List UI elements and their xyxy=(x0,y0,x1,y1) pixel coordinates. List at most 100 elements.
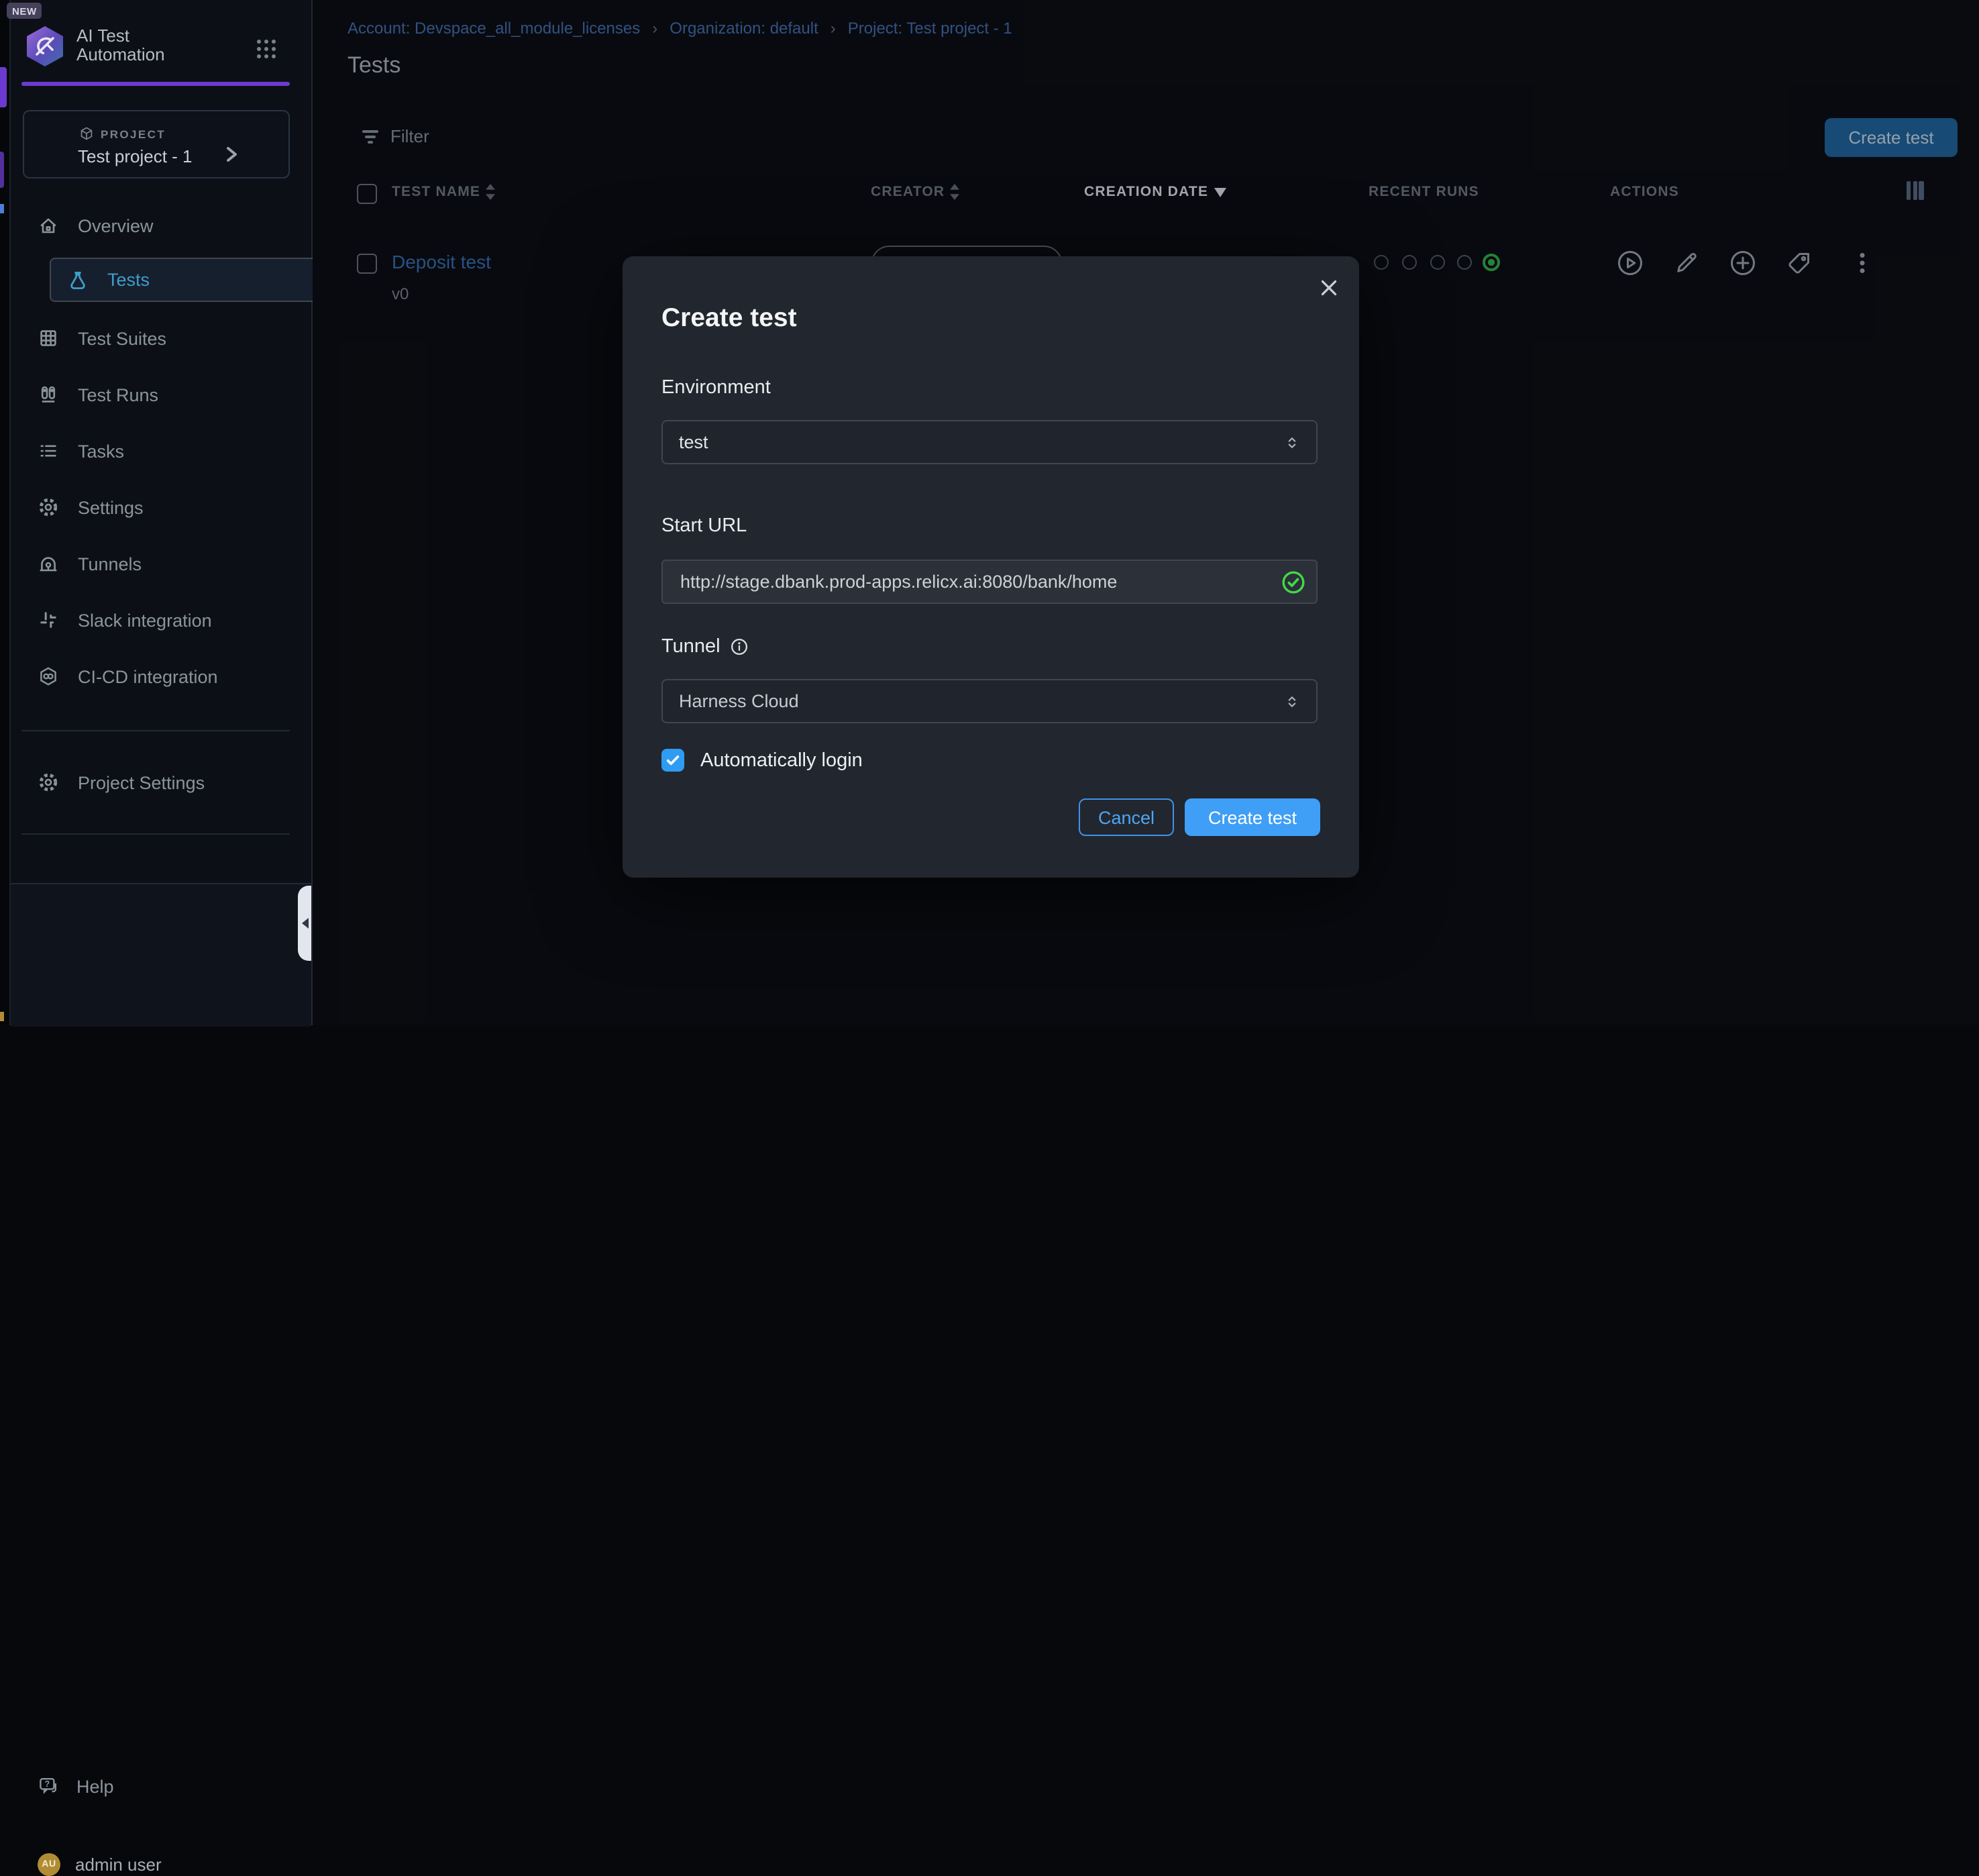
url-valid-check-icon xyxy=(1281,570,1305,594)
sidebar-item-slack-integration[interactable]: Slack integration xyxy=(21,596,290,644)
run-status-dot[interactable] xyxy=(1457,255,1472,270)
tunnel-value: Harness Cloud xyxy=(679,691,1284,711)
create-test-toolbar-button[interactable]: Create test xyxy=(1825,118,1958,157)
module-rail-segment xyxy=(0,152,4,188)
edit-test-button[interactable] xyxy=(1673,250,1700,276)
start-url-label: Start URL xyxy=(661,515,747,537)
info-icon[interactable] xyxy=(730,637,749,656)
sidebar-item-label: Test Runs xyxy=(78,384,158,405)
project-name: Test project - 1 xyxy=(78,146,193,166)
sidebar-item-tasks[interactable]: Tasks xyxy=(21,427,290,475)
start-url-label-text: Start URL xyxy=(661,515,747,537)
plus-circle-icon xyxy=(1729,250,1756,276)
brand-accent-line xyxy=(21,82,290,85)
grid-table-icon xyxy=(38,327,59,349)
user-name: admin user xyxy=(75,1855,162,1875)
app-switcher-icon[interactable] xyxy=(255,38,278,60)
add-to-suite-button[interactable] xyxy=(1729,250,1756,276)
module-rail xyxy=(0,0,11,1025)
select-all-checkbox[interactable] xyxy=(357,184,377,204)
sidebar-item-label: Slack integration xyxy=(78,610,212,630)
column-label: RECENT RUNS xyxy=(1369,184,1479,200)
breadcrumb-account-link[interactable]: Account: Devspace_all_module_licenses xyxy=(347,19,640,38)
test-runs-icon xyxy=(38,384,59,405)
environment-label: Environment xyxy=(661,377,771,399)
tunnel-select[interactable]: Harness Cloud xyxy=(661,679,1318,723)
module-rail-dot xyxy=(0,204,4,213)
tunnel-icon xyxy=(38,553,59,574)
close-icon[interactable] xyxy=(1318,276,1340,299)
sidebar-item-cicd-integration[interactable]: CI-CD integration xyxy=(21,652,290,700)
product-logo-icon xyxy=(25,25,64,67)
sidebar-collapse-handle[interactable] xyxy=(298,886,311,961)
breadcrumb: Account: Devspace_all_module_licenses Or… xyxy=(347,19,1012,38)
auto-login-checkbox[interactable] xyxy=(661,749,684,772)
help-chat-icon: ? xyxy=(38,1775,59,1797)
module-rail-active-purple xyxy=(0,67,7,107)
help-label: Help xyxy=(76,1776,114,1796)
start-url-field-wrap xyxy=(661,560,1318,604)
start-url-input[interactable] xyxy=(661,560,1318,604)
sidebar-item-project-settings[interactable]: Project Settings xyxy=(21,758,290,806)
create-test-submit-button[interactable]: Create test xyxy=(1185,798,1320,836)
sidebar-item-tunnels[interactable]: Tunnels xyxy=(21,539,290,588)
sidebar-item-overview[interactable]: Overview xyxy=(21,201,290,250)
sidebar-divider xyxy=(21,730,290,731)
sidebar-item-test-runs[interactable]: Test Runs xyxy=(21,370,290,419)
select-stepper-icon xyxy=(1284,431,1300,453)
play-circle-icon xyxy=(1617,250,1644,276)
run-status-dot[interactable] xyxy=(1430,255,1445,270)
cancel-button[interactable]: Cancel xyxy=(1079,798,1174,836)
collapse-left-icon xyxy=(301,918,308,929)
select-stepper-icon xyxy=(1284,690,1300,712)
row-more-menu[interactable] xyxy=(1849,250,1876,276)
sidebar-item-label: Overview xyxy=(78,215,154,236)
run-status-dot[interactable] xyxy=(1402,255,1417,270)
row-checkbox[interactable] xyxy=(357,254,377,274)
flask-icon xyxy=(67,269,89,291)
project-eyebrow: PROJECT xyxy=(79,126,166,141)
column-header-test-name[interactable]: TEST NAME xyxy=(392,184,495,200)
cube-icon xyxy=(79,126,94,141)
sidebar-item-settings[interactable]: Settings xyxy=(21,483,290,531)
sidebar-footer: ? Help AU admin user xyxy=(11,883,311,1027)
sort-both-icon xyxy=(486,184,495,200)
sidebar: AI Test Automation PROJECT Test project … xyxy=(11,0,313,1025)
column-header-creation-date[interactable]: CREATION DATE xyxy=(1084,184,1226,200)
slack-icon xyxy=(38,609,59,631)
column-header-actions: ACTIONS xyxy=(1610,184,1679,200)
column-label: CREATION DATE xyxy=(1084,184,1208,200)
environment-label-text: Environment xyxy=(661,377,771,399)
gear-icon xyxy=(38,497,59,518)
sidebar-item-label: Tests xyxy=(107,270,150,290)
tag-test-button[interactable] xyxy=(1786,250,1813,276)
breadcrumb-org-link[interactable]: Organization: default xyxy=(640,19,818,38)
column-header-creator[interactable]: CREATOR xyxy=(871,184,959,200)
module-rail-avatar-sliver xyxy=(0,1012,4,1021)
sort-both-icon xyxy=(950,184,959,200)
user-menu[interactable]: AU admin user xyxy=(38,1853,162,1876)
run-status-dot-passed[interactable] xyxy=(1483,254,1500,271)
run-status-dot[interactable] xyxy=(1374,255,1389,270)
run-test-button[interactable] xyxy=(1617,250,1644,276)
app-root: NEW AI Test Automation xyxy=(0,0,1979,1025)
column-settings-icon[interactable] xyxy=(1907,181,1923,200)
sidebar-item-label: Tasks xyxy=(78,441,124,461)
sidebar-item-test-suites[interactable]: Test Suites xyxy=(21,314,290,362)
sidebar-item-label: Tunnels xyxy=(78,554,142,574)
tag-icon xyxy=(1786,250,1813,276)
breadcrumb-project-link[interactable]: Project: Test project - 1 xyxy=(818,19,1012,38)
product-name-line1: AI Test xyxy=(76,27,165,46)
cicd-hexagon-link-icon xyxy=(38,666,59,687)
modal-title: Create test xyxy=(661,303,797,334)
help-button[interactable]: ? Help xyxy=(38,1775,114,1797)
sort-desc-icon xyxy=(1214,187,1226,197)
test-name-link[interactable]: Deposit test xyxy=(392,251,491,272)
tunnel-label: Tunnel xyxy=(661,636,749,658)
column-header-recent-runs: RECENT RUNS xyxy=(1369,184,1479,200)
filter-button[interactable]: Filter xyxy=(362,126,429,146)
project-selector[interactable]: PROJECT Test project - 1 xyxy=(23,110,290,178)
environment-select[interactable]: test xyxy=(661,420,1318,464)
project-eyebrow-label: PROJECT xyxy=(101,127,166,140)
svg-text:?: ? xyxy=(44,1779,50,1789)
